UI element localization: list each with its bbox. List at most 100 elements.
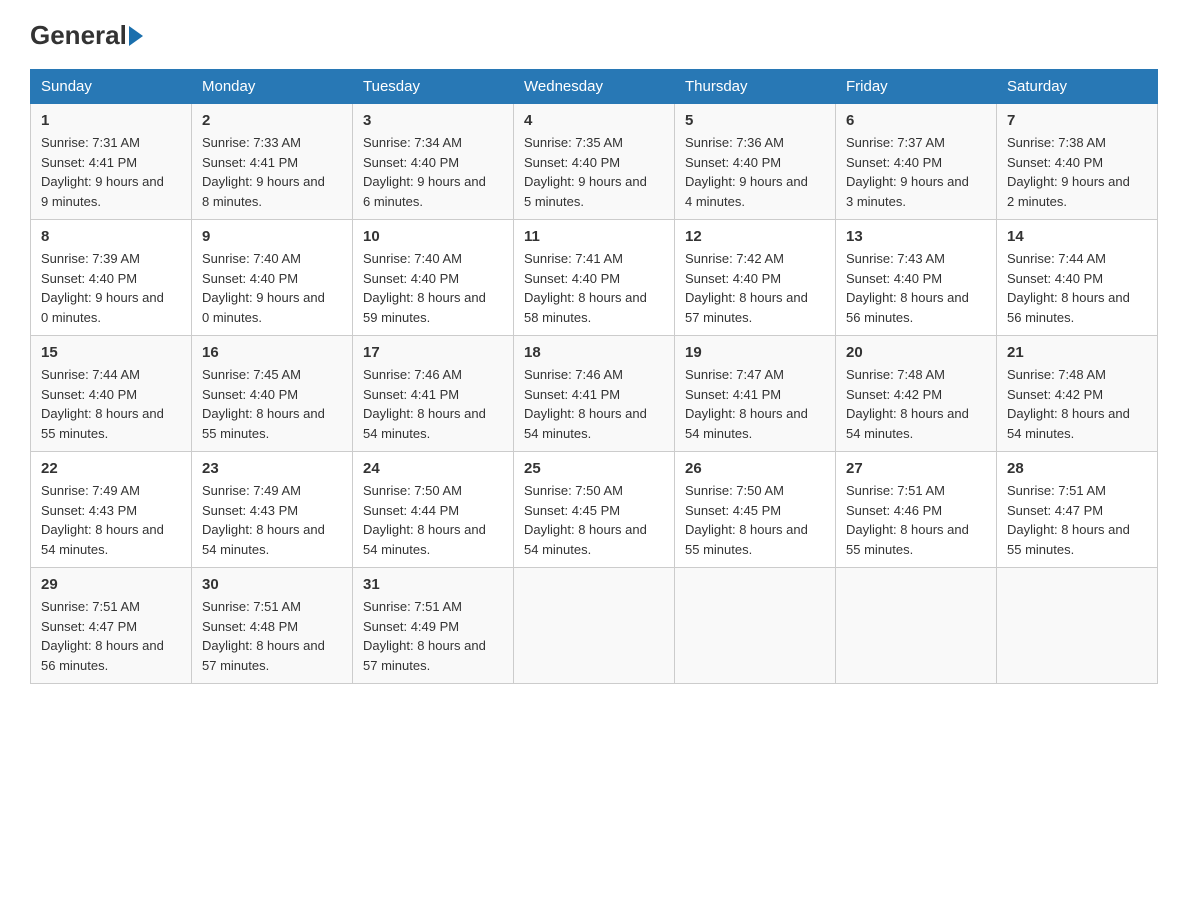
calendar-day-cell: 15 Sunrise: 7:44 AM Sunset: 4:40 PM Dayl… (31, 336, 192, 452)
calendar-day-cell: 24 Sunrise: 7:50 AM Sunset: 4:44 PM Dayl… (353, 452, 514, 568)
day-of-week-header: Saturday (997, 70, 1158, 104)
day-info: Sunrise: 7:31 AM Sunset: 4:41 PM Dayligh… (41, 133, 181, 211)
calendar-day-cell: 13 Sunrise: 7:43 AM Sunset: 4:40 PM Dayl… (836, 220, 997, 336)
day-info: Sunrise: 7:48 AM Sunset: 4:42 PM Dayligh… (846, 365, 986, 443)
day-of-week-header: Wednesday (514, 70, 675, 104)
calendar-day-cell: 21 Sunrise: 7:48 AM Sunset: 4:42 PM Dayl… (997, 336, 1158, 452)
calendar-day-cell: 30 Sunrise: 7:51 AM Sunset: 4:48 PM Dayl… (192, 568, 353, 684)
day-number: 31 (363, 576, 503, 593)
day-info: Sunrise: 7:51 AM Sunset: 4:47 PM Dayligh… (1007, 481, 1147, 559)
day-number: 23 (202, 460, 342, 477)
calendar-day-cell: 18 Sunrise: 7:46 AM Sunset: 4:41 PM Dayl… (514, 336, 675, 452)
day-number: 13 (846, 228, 986, 245)
calendar-day-cell: 1 Sunrise: 7:31 AM Sunset: 4:41 PM Dayli… (31, 104, 192, 220)
day-number: 12 (685, 228, 825, 245)
calendar-day-cell (836, 568, 997, 684)
day-number: 7 (1007, 112, 1147, 129)
day-number: 15 (41, 344, 181, 361)
day-info: Sunrise: 7:44 AM Sunset: 4:40 PM Dayligh… (1007, 249, 1147, 327)
day-number: 17 (363, 344, 503, 361)
day-number: 25 (524, 460, 664, 477)
day-number: 6 (846, 112, 986, 129)
calendar-day-cell: 6 Sunrise: 7:37 AM Sunset: 4:40 PM Dayli… (836, 104, 997, 220)
calendar-table: SundayMondayTuesdayWednesdayThursdayFrid… (30, 69, 1158, 684)
day-number: 24 (363, 460, 503, 477)
day-info: Sunrise: 7:44 AM Sunset: 4:40 PM Dayligh… (41, 365, 181, 443)
calendar-day-cell: 22 Sunrise: 7:49 AM Sunset: 4:43 PM Dayl… (31, 452, 192, 568)
day-of-week-header: Tuesday (353, 70, 514, 104)
day-number: 26 (685, 460, 825, 477)
day-info: Sunrise: 7:51 AM Sunset: 4:47 PM Dayligh… (41, 597, 181, 675)
day-info: Sunrise: 7:43 AM Sunset: 4:40 PM Dayligh… (846, 249, 986, 327)
day-info: Sunrise: 7:40 AM Sunset: 4:40 PM Dayligh… (363, 249, 503, 327)
calendar-day-cell: 16 Sunrise: 7:45 AM Sunset: 4:40 PM Dayl… (192, 336, 353, 452)
logo-general-text: General (30, 20, 143, 51)
day-of-week-header: Thursday (675, 70, 836, 104)
logo-arrow-icon (129, 26, 143, 46)
day-number: 14 (1007, 228, 1147, 245)
day-number: 11 (524, 228, 664, 245)
day-number: 27 (846, 460, 986, 477)
day-number: 16 (202, 344, 342, 361)
day-info: Sunrise: 7:45 AM Sunset: 4:40 PM Dayligh… (202, 365, 342, 443)
calendar-day-cell: 29 Sunrise: 7:51 AM Sunset: 4:47 PM Dayl… (31, 568, 192, 684)
day-number: 5 (685, 112, 825, 129)
day-info: Sunrise: 7:40 AM Sunset: 4:40 PM Dayligh… (202, 249, 342, 327)
calendar-day-cell: 25 Sunrise: 7:50 AM Sunset: 4:45 PM Dayl… (514, 452, 675, 568)
day-info: Sunrise: 7:46 AM Sunset: 4:41 PM Dayligh… (524, 365, 664, 443)
day-number: 30 (202, 576, 342, 593)
day-number: 9 (202, 228, 342, 245)
logo: General (30, 20, 143, 49)
day-number: 21 (1007, 344, 1147, 361)
day-info: Sunrise: 7:50 AM Sunset: 4:44 PM Dayligh… (363, 481, 503, 559)
calendar-day-cell: 12 Sunrise: 7:42 AM Sunset: 4:40 PM Dayl… (675, 220, 836, 336)
calendar-day-cell: 4 Sunrise: 7:35 AM Sunset: 4:40 PM Dayli… (514, 104, 675, 220)
calendar-day-cell: 20 Sunrise: 7:48 AM Sunset: 4:42 PM Dayl… (836, 336, 997, 452)
day-info: Sunrise: 7:37 AM Sunset: 4:40 PM Dayligh… (846, 133, 986, 211)
day-number: 4 (524, 112, 664, 129)
day-number: 20 (846, 344, 986, 361)
day-info: Sunrise: 7:46 AM Sunset: 4:41 PM Dayligh… (363, 365, 503, 443)
day-number: 10 (363, 228, 503, 245)
calendar-day-cell (997, 568, 1158, 684)
calendar-day-cell: 2 Sunrise: 7:33 AM Sunset: 4:41 PM Dayli… (192, 104, 353, 220)
calendar-day-cell: 5 Sunrise: 7:36 AM Sunset: 4:40 PM Dayli… (675, 104, 836, 220)
calendar-day-cell (675, 568, 836, 684)
calendar-week-row: 29 Sunrise: 7:51 AM Sunset: 4:47 PM Dayl… (31, 568, 1158, 684)
day-number: 18 (524, 344, 664, 361)
calendar-day-cell: 27 Sunrise: 7:51 AM Sunset: 4:46 PM Dayl… (836, 452, 997, 568)
calendar-day-cell: 31 Sunrise: 7:51 AM Sunset: 4:49 PM Dayl… (353, 568, 514, 684)
day-info: Sunrise: 7:39 AM Sunset: 4:40 PM Dayligh… (41, 249, 181, 327)
calendar-day-cell: 19 Sunrise: 7:47 AM Sunset: 4:41 PM Dayl… (675, 336, 836, 452)
day-info: Sunrise: 7:51 AM Sunset: 4:48 PM Dayligh… (202, 597, 342, 675)
day-info: Sunrise: 7:50 AM Sunset: 4:45 PM Dayligh… (524, 481, 664, 559)
day-number: 28 (1007, 460, 1147, 477)
day-info: Sunrise: 7:41 AM Sunset: 4:40 PM Dayligh… (524, 249, 664, 327)
calendar-week-row: 15 Sunrise: 7:44 AM Sunset: 4:40 PM Dayl… (31, 336, 1158, 452)
calendar-header-row: SundayMondayTuesdayWednesdayThursdayFrid… (31, 70, 1158, 104)
calendar-day-cell: 23 Sunrise: 7:49 AM Sunset: 4:43 PM Dayl… (192, 452, 353, 568)
day-info: Sunrise: 7:47 AM Sunset: 4:41 PM Dayligh… (685, 365, 825, 443)
day-number: 8 (41, 228, 181, 245)
calendar-day-cell: 10 Sunrise: 7:40 AM Sunset: 4:40 PM Dayl… (353, 220, 514, 336)
day-of-week-header: Friday (836, 70, 997, 104)
calendar-day-cell: 28 Sunrise: 7:51 AM Sunset: 4:47 PM Dayl… (997, 452, 1158, 568)
day-info: Sunrise: 7:33 AM Sunset: 4:41 PM Dayligh… (202, 133, 342, 211)
page-header: General (30, 20, 1158, 49)
calendar-day-cell (514, 568, 675, 684)
calendar-day-cell: 11 Sunrise: 7:41 AM Sunset: 4:40 PM Dayl… (514, 220, 675, 336)
calendar-day-cell: 7 Sunrise: 7:38 AM Sunset: 4:40 PM Dayli… (997, 104, 1158, 220)
calendar-body: 1 Sunrise: 7:31 AM Sunset: 4:41 PM Dayli… (31, 104, 1158, 684)
calendar-day-cell: 9 Sunrise: 7:40 AM Sunset: 4:40 PM Dayli… (192, 220, 353, 336)
calendar-day-cell: 14 Sunrise: 7:44 AM Sunset: 4:40 PM Dayl… (997, 220, 1158, 336)
calendar-day-cell: 17 Sunrise: 7:46 AM Sunset: 4:41 PM Dayl… (353, 336, 514, 452)
day-number: 29 (41, 576, 181, 593)
day-number: 3 (363, 112, 503, 129)
day-of-week-header: Monday (192, 70, 353, 104)
calendar-week-row: 22 Sunrise: 7:49 AM Sunset: 4:43 PM Dayl… (31, 452, 1158, 568)
day-info: Sunrise: 7:51 AM Sunset: 4:46 PM Dayligh… (846, 481, 986, 559)
day-info: Sunrise: 7:42 AM Sunset: 4:40 PM Dayligh… (685, 249, 825, 327)
day-info: Sunrise: 7:36 AM Sunset: 4:40 PM Dayligh… (685, 133, 825, 211)
calendar-week-row: 8 Sunrise: 7:39 AM Sunset: 4:40 PM Dayli… (31, 220, 1158, 336)
day-info: Sunrise: 7:51 AM Sunset: 4:49 PM Dayligh… (363, 597, 503, 675)
